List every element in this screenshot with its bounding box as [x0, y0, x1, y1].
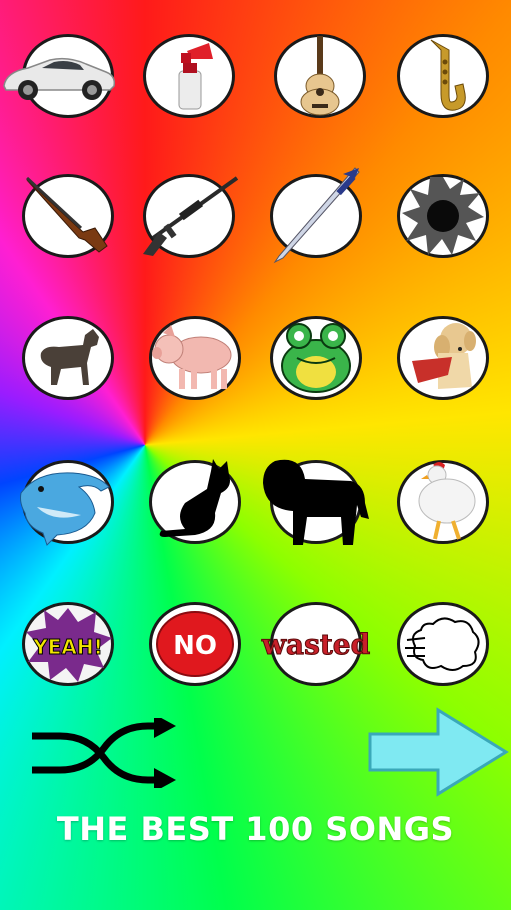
no-label: NO: [173, 631, 217, 661]
fart-cloud-icon: [405, 617, 480, 671]
sound-grid: YEAH! NO wasted: [0, 0, 511, 700]
dog-icon: [412, 323, 476, 389]
rifle-icon: [25, 176, 108, 253]
cat-icon: [159, 459, 230, 537]
saxophone-icon: [430, 39, 466, 111]
frog-sound-button[interactable]: [270, 316, 362, 400]
sniper-icon: [143, 176, 239, 256]
no-sound-button[interactable]: NO: [149, 602, 241, 686]
sniper-sound-button[interactable]: [143, 174, 239, 258]
footer-title: THE BEST 100 SONGS: [56, 810, 455, 848]
lion-icon: [263, 459, 369, 545]
bullet-hole-sound-button[interactable]: [397, 174, 489, 258]
wasted-label: wasted: [261, 628, 370, 661]
wolf-sound-button[interactable]: [22, 316, 114, 400]
bullet-hole-icon: [402, 177, 484, 255]
wasted-icon: wasted: [260, 628, 370, 662]
chicken-icon: [418, 462, 476, 540]
frog-icon: [281, 323, 351, 393]
air-horn-sound-button[interactable]: [143, 34, 235, 118]
fart-sound-button[interactable]: [397, 602, 489, 686]
yeah-label: YEAH!: [32, 635, 102, 659]
sword-sound-button[interactable]: [270, 167, 362, 264]
next-arrow-icon[interactable]: [366, 706, 511, 798]
cat-sound-button[interactable]: [149, 459, 241, 544]
pig-icon: [152, 325, 232, 389]
no-icon: NO: [156, 611, 234, 677]
car-sound-button[interactable]: [3, 34, 116, 118]
shuffle-icon[interactable]: [30, 718, 180, 788]
yeah-burst-icon: YEAH!: [26, 608, 112, 682]
air-horn-icon: [178, 43, 213, 110]
sword-icon: [273, 167, 360, 264]
yeah-sound-button[interactable]: YEAH!: [22, 602, 114, 686]
pig-sound-button[interactable]: [149, 316, 241, 400]
wasted-sound-button[interactable]: wasted: [260, 602, 371, 686]
wolf-icon: [40, 329, 99, 385]
car-icon: [3, 57, 116, 100]
dog-sound-button[interactable]: [397, 316, 489, 400]
dolphin-sound-button[interactable]: [20, 460, 114, 546]
dolphin-icon: [20, 472, 110, 546]
guitar-sound-button[interactable]: [274, 34, 366, 118]
lion-sound-button[interactable]: [263, 459, 369, 545]
saxophone-sound-button[interactable]: [397, 34, 489, 118]
chicken-sound-button[interactable]: [397, 460, 489, 544]
guitar-icon: [300, 36, 340, 116]
rifle-sound-button[interactable]: [22, 174, 114, 258]
